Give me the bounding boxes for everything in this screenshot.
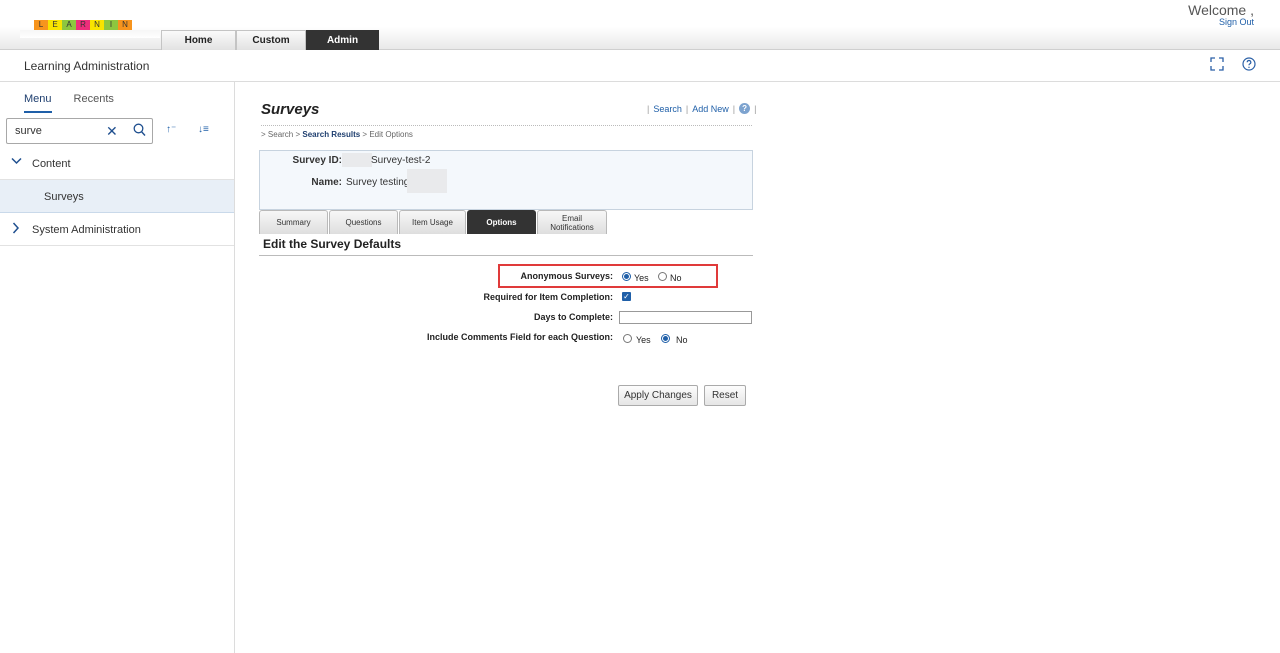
sidebar-item-surveys[interactable]: Surveys	[0, 180, 234, 213]
survey-tabs: Summary Questions Item Usage Options Ema…	[259, 210, 607, 234]
logo-letter: N	[118, 20, 132, 30]
comments-no-label: No	[676, 335, 688, 345]
learning-logo: LEARNIN	[34, 20, 132, 30]
anonymous-surveys-label: Anonymous Surveys:	[520, 271, 613, 281]
tab-options[interactable]: Options	[467, 210, 536, 234]
tab-email-notifications[interactable]: Email Notifications	[537, 210, 607, 234]
reset-button[interactable]: Reset	[704, 385, 746, 406]
page-title-bar: Learning Administration	[0, 51, 1280, 82]
comments-yes-radio[interactable]	[623, 334, 632, 343]
magnifier-icon[interactable]	[133, 123, 147, 139]
sort-descending-icon[interactable]: ↓≡	[198, 124, 209, 135]
tab-questions[interactable]: Questions	[329, 210, 398, 234]
header-links: | Search | Add New | ? |	[647, 103, 757, 114]
comments-yes-label: Yes	[636, 335, 651, 345]
breadcrumb-search[interactable]: Search	[268, 130, 293, 139]
page-title: Learning Administration	[24, 59, 150, 73]
tab-home[interactable]: Home	[161, 30, 236, 50]
logo-letter: N	[90, 20, 104, 30]
logo-letter: I	[104, 20, 118, 30]
divider	[259, 255, 753, 256]
tab-custom-page[interactable]: Custom Page	[236, 30, 306, 66]
anonymous-yes-label: Yes	[634, 273, 649, 283]
question-circle-icon[interactable]	[1241, 57, 1257, 73]
welcome-text: Welcome ,	[1188, 2, 1254, 18]
logo-letter: L	[34, 20, 48, 30]
tab-summary[interactable]: Summary	[259, 210, 328, 234]
anonymous-yes-radio[interactable]	[622, 272, 631, 281]
redacted-area	[342, 153, 372, 167]
main-content: Surveys | Search | Add New | ? | > Searc…	[236, 82, 1280, 653]
chevron-right-icon	[12, 222, 20, 237]
redacted-area	[407, 169, 447, 193]
apply-changes-button[interactable]: Apply Changes	[618, 385, 698, 406]
tab-admin[interactable]: Admin	[306, 30, 379, 50]
expand-icon[interactable]	[1209, 57, 1225, 73]
survey-id-value: Survey-test-2	[371, 155, 431, 166]
help-icon[interactable]: ?	[739, 103, 751, 114]
breadcrumb-search-results[interactable]: Search Results	[302, 130, 360, 139]
tab-recents[interactable]: Recents	[74, 93, 114, 113]
logo-letter: R	[76, 20, 90, 30]
sidebar-tabs: Menu Recents	[24, 93, 114, 113]
days-to-complete-label: Days to Complete:	[533, 312, 613, 322]
sidebar-item-label: System Administration	[32, 224, 141, 236]
section-heading: Surveys	[261, 101, 320, 118]
sign-out-link[interactable]: Sign Out	[1219, 17, 1254, 27]
sidebar-item-label: Content	[32, 158, 71, 170]
survey-info-box: Survey ID: Survey-test-2 Name: Survey te…	[259, 150, 753, 210]
survey-name-value: Survey testing	[346, 177, 410, 188]
anonymous-no-label: No	[670, 273, 682, 283]
sort-ascending-icon[interactable]: ↑⁻	[166, 124, 176, 135]
required-completion-checkbox[interactable]: ✓	[622, 292, 631, 301]
survey-name-label: Name:	[311, 177, 342, 188]
tab-item-usage[interactable]: Item Usage	[399, 210, 466, 234]
logo-letter: E	[48, 20, 62, 30]
comments-no-radio[interactable]	[661, 334, 670, 343]
survey-id-label: Survey ID:	[292, 155, 342, 166]
add-new-link[interactable]: Add New	[692, 104, 729, 114]
chevron-down-icon	[11, 157, 22, 168]
logo-reflection	[20, 30, 160, 38]
sidebar-item-content[interactable]: Content	[0, 148, 234, 180]
search-link[interactable]: Search	[653, 104, 682, 114]
sidebar: Menu Recents ✕ ↑⁻ ↓≡ Content Surveys Sys…	[0, 82, 235, 653]
breadcrumb: > Search > Search Results > Edit Options	[261, 130, 413, 139]
top-header: LEARNIN Welcome , Sign Out Home Custom P…	[0, 0, 1280, 66]
include-comments-label: Include Comments Field for each Question…	[426, 332, 613, 342]
search-input[interactable]	[15, 123, 103, 139]
sidebar-item-system-administration[interactable]: System Administration	[0, 213, 234, 246]
anonymous-no-radio[interactable]	[658, 272, 667, 281]
divider	[261, 125, 752, 126]
sidebar-search: ✕	[6, 118, 153, 144]
breadcrumb-current: Edit Options	[369, 130, 413, 139]
main-nav-tabs: Home Custom Page Admin	[161, 30, 379, 66]
tab-menu[interactable]: Menu	[24, 93, 52, 113]
days-to-complete-input[interactable]	[619, 311, 752, 324]
required-completion-label: Required for Item Completion:	[483, 292, 613, 302]
sidebar-item-label: Surveys	[44, 191, 84, 203]
logo-letter: A	[62, 20, 76, 30]
x-icon[interactable]: ✕	[106, 123, 118, 139]
form-title: Edit the Survey Defaults	[263, 237, 402, 251]
